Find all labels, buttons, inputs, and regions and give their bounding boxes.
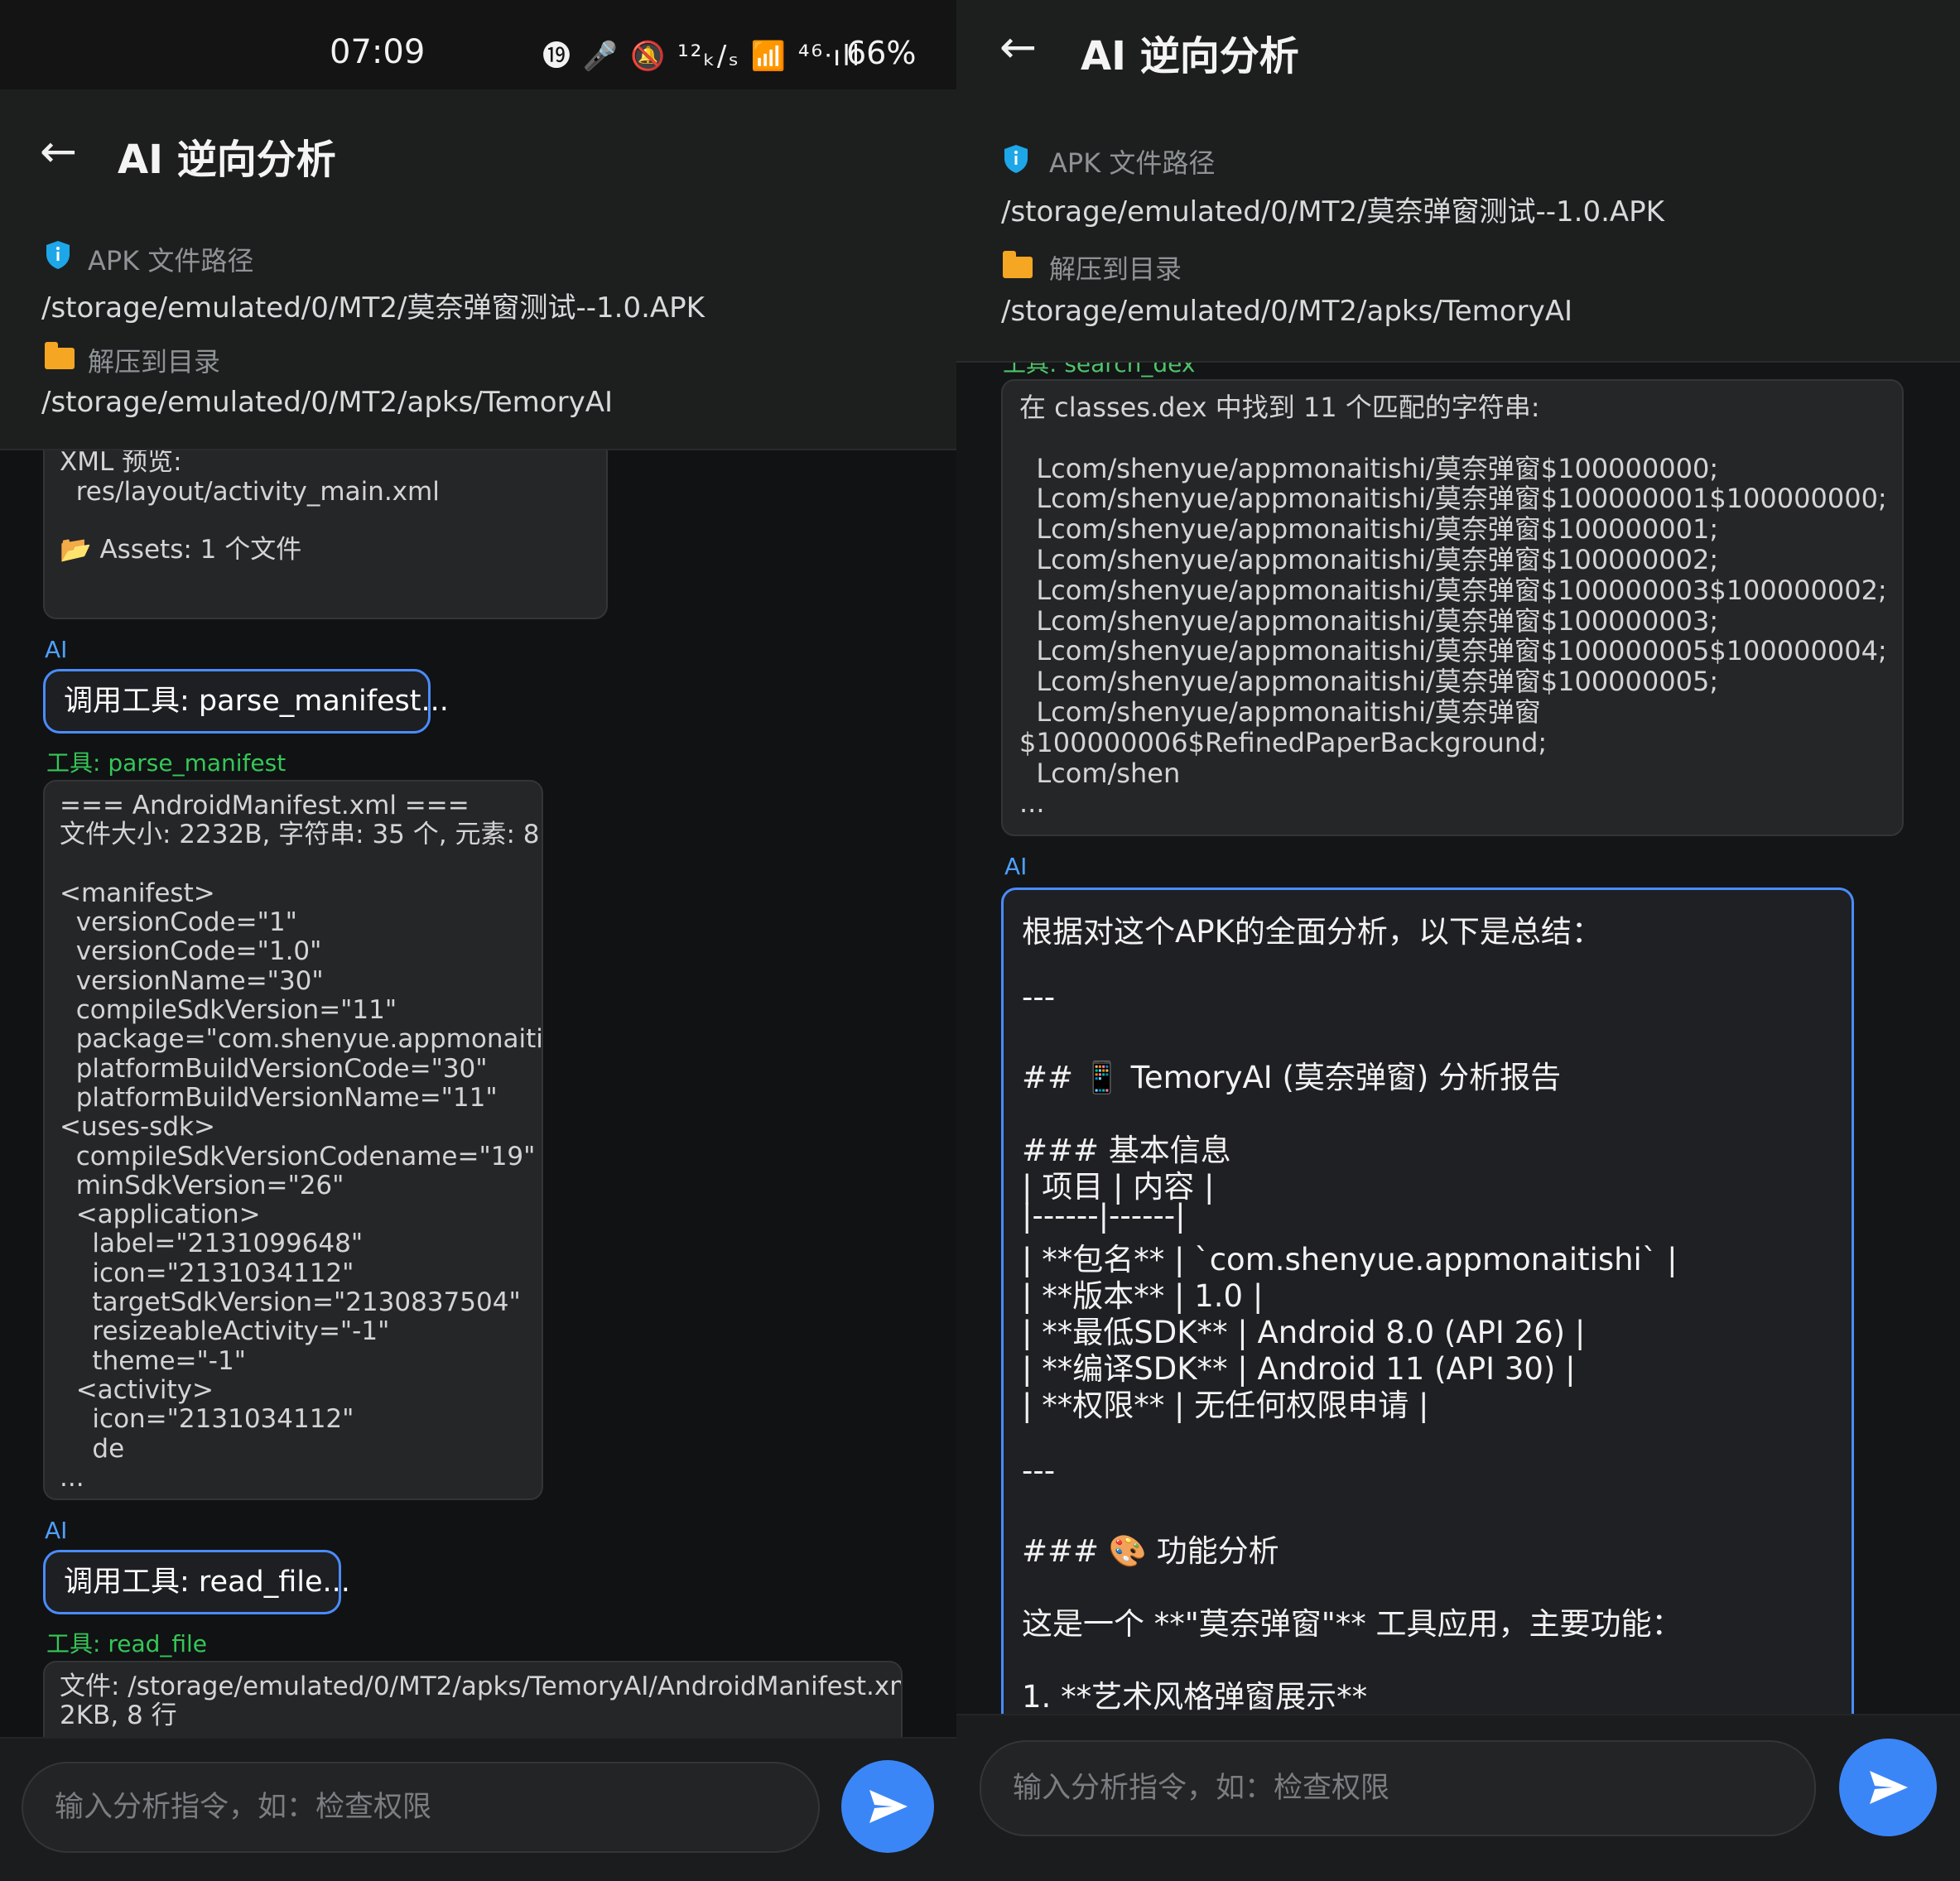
- page-title: AI 逆向分析: [1081, 33, 1299, 79]
- apk-path-label: APK 文件路径: [88, 245, 254, 277]
- summary-line: ## 📱 TemoryAI (莫奈弹窗) 分析报告: [1022, 1060, 1562, 1095]
- tool-result-card-manifest: === AndroidManifest.xml === 文件大小: 2232B,…: [43, 780, 543, 1500]
- ai-summary-bubble: 根据对这个APK的全面分析，以下是总结： --- ## 📱 TemoryAI (…: [1001, 888, 1854, 1757]
- summary-line: 这是一个 **"莫奈弹窗"** 工具应用，主要功能：: [1022, 1606, 1683, 1642]
- extract-dir-label: 解压到目录: [1049, 253, 1182, 285]
- tool-call-bubble-read-file[interactable]: 调用工具: read_file...: [43, 1550, 350, 1614]
- input-bar: [0, 1737, 956, 1881]
- summary-line: ---: [1022, 1453, 1056, 1489]
- battery-level: 66%: [846, 35, 917, 71]
- app-header: ← AI 逆向分析 APK 文件路径 /storage/emulated/0/M…: [0, 89, 956, 450]
- extract-dir-value: /storage/emulated/0/MT2/apks/TemoryAI: [41, 386, 613, 419]
- summary-line: ---: [1022, 979, 1056, 1015]
- command-input[interactable]: [22, 1762, 820, 1853]
- shield-icon: [1004, 145, 1028, 173]
- right-screen: ← AI 逆向分析 APK 文件路径 /storage/emulated/0/M…: [956, 0, 1960, 1881]
- summary-line: | **权限** | 无任何权限申请 |: [1022, 1388, 1429, 1423]
- status-bar: 07:09 ⓳ 🎤 🔕 ¹²ₖ/ₛ 📶 ⁴⁶ᐧıll 66%: [0, 0, 956, 89]
- page-title: AI 逆向分析: [118, 137, 336, 183]
- status-time: 07:09: [330, 33, 426, 71]
- input-bar: [956, 1714, 1960, 1881]
- tool-label-parse-manifest: 工具: parse_manifest: [46, 749, 287, 777]
- tool-result-card-dex: 在 classes.dex 中找到 11 个匹配的字符串: Lcom/sheny…: [1001, 379, 1904, 836]
- folder-icon: [1003, 251, 1033, 278]
- send-icon: [869, 1790, 908, 1823]
- shield-icon: [46, 241, 70, 269]
- summary-line: 1. **艺术风格弹窗展示**: [1022, 1679, 1368, 1715]
- send-button[interactable]: [1839, 1739, 1937, 1836]
- extract-dir-value: /storage/emulated/0/MT2/apks/TemoryAI: [1001, 295, 1572, 328]
- back-arrow-icon[interactable]: ←: [999, 25, 1037, 70]
- apk-path-value: /storage/emulated/0/MT2/莫奈弹窗测试--1.0.APK: [41, 291, 705, 325]
- command-input[interactable]: [980, 1740, 1816, 1836]
- tool-label-read-file: 工具: read_file: [46, 1630, 208, 1657]
- summary-line: |------|------|: [1022, 1198, 1186, 1234]
- extract-dir-label: 解压到目录: [88, 346, 221, 378]
- summary-line: ### 🎨 功能分析: [1022, 1533, 1279, 1569]
- app-header: ← AI 逆向分析 APK 文件路径 /storage/emulated/0/M…: [956, 0, 1960, 363]
- ai-label: AI: [1004, 853, 1028, 880]
- ai-label: AI: [45, 1517, 68, 1544]
- send-button[interactable]: [841, 1760, 934, 1853]
- folder-icon: [45, 342, 75, 369]
- back-arrow-icon[interactable]: ←: [40, 129, 77, 174]
- apk-path-value: /storage/emulated/0/MT2/莫奈弹窗测试--1.0.APK: [1001, 195, 1664, 229]
- send-icon: [1870, 1771, 1908, 1804]
- ai-label: AI: [45, 636, 68, 663]
- left-screen: 07:09 ⓳ 🎤 🔕 ¹²ₖ/ₛ 📶 ⁴⁶ᐧıll 66% ← AI 逆向分析…: [0, 0, 956, 1881]
- tool-call-bubble-parse-manifest[interactable]: 调用工具: parse_manifest...: [43, 669, 449, 734]
- apk-path-label: APK 文件路径: [1049, 147, 1216, 179]
- summary-line: 根据对这个APK的全面分析，以下是总结：: [1022, 914, 1602, 950]
- status-icons: ⓳ 🎤 🔕 ¹²ₖ/ₛ 📶 ⁴⁶ᐧıll: [542, 40, 862, 73]
